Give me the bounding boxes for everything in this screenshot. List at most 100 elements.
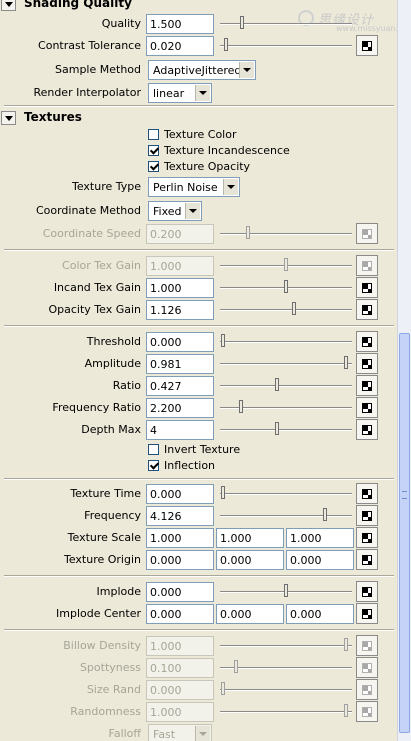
slider-handle[interactable]: [238, 400, 243, 413]
depth-max-field[interactable]: 4: [146, 420, 214, 440]
contrast-tolerance-field[interactable]: 0.020: [146, 36, 214, 56]
implode-center-x-field[interactable]: 0.000: [146, 604, 214, 624]
map-button[interactable]: [356, 549, 378, 570]
opacity-tex-gain-slider[interactable]: [220, 299, 352, 321]
dropdown-arrow-icon[interactable]: [223, 179, 238, 195]
frequency-label: Frequency: [84, 509, 141, 522]
texture-incandescence-checkbox[interactable]: [148, 145, 159, 156]
opacity-tex-gain-field[interactable]: 1.126: [146, 300, 214, 320]
collapse-arrow-icon[interactable]: [1, 0, 16, 11]
amplitude-field[interactable]: 0.981: [146, 354, 214, 374]
quality-slider[interactable]: [220, 13, 352, 35]
texture-opacity-checkbox[interactable]: [148, 161, 159, 172]
ratio-field[interactable]: 0.427: [146, 376, 214, 396]
ratio-slider[interactable]: [220, 375, 352, 397]
map-button[interactable]: [356, 397, 378, 418]
map-button[interactable]: [356, 483, 378, 504]
quality-field[interactable]: 1.500: [146, 14, 214, 34]
amplitude-slider[interactable]: [220, 353, 352, 375]
slider-handle[interactable]: [221, 334, 225, 347]
checker-icon: [362, 261, 372, 271]
slider-handle[interactable]: [275, 422, 280, 435]
color-tex-gain-label: Color Tex Gain: [62, 259, 141, 272]
textures-header[interactable]: Textures: [0, 110, 397, 128]
implode-center-y-field[interactable]: 0.000: [216, 604, 284, 624]
texture-origin-z-field[interactable]: 0.000: [286, 550, 354, 570]
implode-slider[interactable]: [220, 581, 352, 603]
map-button[interactable]: [356, 527, 378, 548]
shading-quality-header[interactable]: Shading Quality: [0, 0, 397, 14]
map-button[interactable]: [356, 353, 378, 374]
texture-origin-y-field[interactable]: 0.000: [216, 550, 284, 570]
quality-label: Quality: [101, 17, 141, 30]
texture-time-slider[interactable]: [220, 483, 352, 505]
slider-track: [220, 515, 352, 517]
map-button[interactable]: [356, 299, 378, 320]
frequency-slider[interactable]: [220, 505, 352, 527]
texture-type-row: Texture Type Perlin Noise: [0, 176, 397, 198]
threshold-field[interactable]: 0.000: [146, 332, 214, 352]
sample-method-dropdown[interactable]: AdaptiveJittered: [148, 60, 256, 80]
checker-icon: [362, 533, 372, 543]
texture-scale-x-field[interactable]: 1.000: [146, 528, 214, 548]
texture-time-field[interactable]: 0.000: [146, 484, 214, 504]
texture-scale-y-field[interactable]: 1.000: [216, 528, 284, 548]
incand-tex-gain-field[interactable]: 1.000: [146, 278, 214, 298]
frequency-ratio-slider[interactable]: [220, 397, 352, 419]
dropdown-arrow-icon[interactable]: [239, 62, 254, 78]
map-button[interactable]: [356, 603, 378, 624]
map-button[interactable]: [356, 581, 378, 602]
depth-max-slider[interactable]: [220, 419, 352, 441]
size-rand-label: Size Rand: [86, 683, 141, 696]
frequency-ratio-field[interactable]: 2.200: [146, 398, 214, 418]
threshold-slider[interactable]: [220, 331, 352, 353]
map-button[interactable]: [356, 331, 378, 352]
dropdown-value: AdaptiveJittered: [153, 64, 242, 77]
map-button[interactable]: [356, 35, 378, 56]
texture-type-dropdown[interactable]: Perlin Noise: [148, 177, 240, 197]
slider-handle[interactable]: [223, 38, 228, 51]
incand-tex-gain-slider[interactable]: [220, 277, 352, 299]
checker-icon: [362, 403, 372, 413]
map-button[interactable]: [356, 419, 378, 440]
dropdown-value: Fast: [153, 728, 176, 741]
render-interpolator-dropdown[interactable]: linear: [148, 83, 212, 103]
dropdown-arrow-icon[interactable]: [195, 85, 210, 101]
implode-center-label: Implode Center: [56, 607, 141, 620]
slider-handle[interactable]: [275, 378, 280, 391]
texture-origin-x-field[interactable]: 0.000: [146, 550, 214, 570]
implode-center-z-field[interactable]: 0.000: [286, 604, 354, 624]
slider-handle[interactable]: [239, 16, 244, 29]
slider-handle[interactable]: [284, 280, 288, 293]
invert-texture-checkbox[interactable]: [148, 444, 159, 455]
texture-time-row: Texture Time 0.000: [0, 483, 397, 505]
opacity-tex-gain-row: Opacity Tex Gain 1.126: [0, 299, 397, 321]
scrollbar-thumb[interactable]: [399, 333, 410, 733]
checker-icon: [362, 587, 372, 597]
scroll-grip-icon: [402, 491, 407, 499]
map-button[interactable]: [356, 375, 378, 396]
map-button[interactable]: [356, 277, 378, 298]
checker-icon: [362, 305, 372, 315]
slider-handle[interactable]: [284, 584, 288, 597]
implode-center-row: Implode Center 0.000 0.000 0.000: [0, 603, 397, 625]
amplitude-row: Amplitude 0.981: [0, 353, 397, 375]
vertical-scrollbar[interactable]: [397, 0, 411, 741]
collapse-arrow-icon[interactable]: [1, 111, 16, 125]
frequency-field[interactable]: 4.126: [146, 506, 214, 526]
randomness-label: Randomness: [70, 705, 141, 718]
implode-field[interactable]: 0.000: [146, 582, 214, 602]
inflection-checkbox[interactable]: [148, 460, 159, 471]
texture-scale-z-field[interactable]: 1.000: [286, 528, 354, 548]
slider-track: [220, 429, 352, 431]
contrast-tolerance-slider[interactable]: [220, 35, 352, 57]
divider: [4, 325, 394, 327]
slider-handle[interactable]: [291, 302, 296, 315]
slider-handle[interactable]: [221, 486, 225, 499]
map-button[interactable]: [356, 505, 378, 526]
texture-color-checkbox[interactable]: [148, 129, 159, 140]
dropdown-arrow-icon[interactable]: [185, 203, 200, 219]
slider-handle[interactable]: [344, 356, 349, 369]
slider-handle[interactable]: [323, 508, 328, 521]
coordinate-method-dropdown[interactable]: Fixed: [148, 201, 202, 221]
